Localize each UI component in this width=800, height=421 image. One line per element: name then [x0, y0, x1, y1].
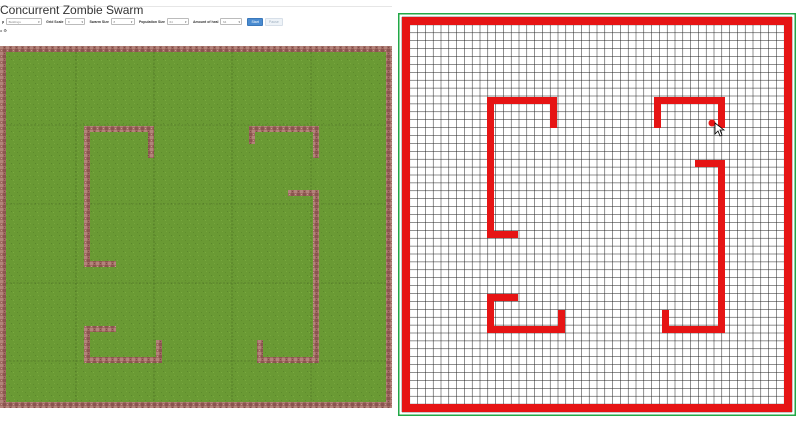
chevron-down-icon: ▾: [184, 19, 187, 24]
simulation-panel: Concurrent Zombie Swarm p Buildings ▾ Gr…: [0, 0, 392, 421]
heal-amount-label: Amount of heal: [193, 19, 219, 24]
chevron-down-icon: ▾: [38, 19, 40, 24]
map-label: p: [2, 19, 5, 24]
population-size-value: 64: [169, 19, 173, 24]
grass-field: [6, 52, 386, 402]
chevron-down-icon: ▾: [81, 19, 83, 24]
grid-scale-value: 8: [67, 19, 70, 24]
toolbar-secondary-row[interactable]: o ⚙: [0, 28, 7, 33]
page-title: Concurrent Zombie Swarm: [0, 3, 144, 17]
start-button[interactable]: Start: [247, 17, 263, 26]
chevron-down-icon: ▾: [238, 19, 240, 24]
swarm-size-select[interactable]: 8 ▾: [110, 18, 135, 25]
swarm-size-label: Swarm Size: [89, 19, 109, 24]
map-select[interactable]: Buildings ▾: [6, 18, 43, 25]
chevron-down-icon: ▾: [130, 19, 133, 24]
heal-amount-value: 64: [222, 19, 227, 24]
heal-amount-select[interactable]: 64 ▾: [220, 18, 243, 25]
grid-editor-canvas[interactable]: [398, 13, 796, 416]
grid-scale-select[interactable]: 8 ▾: [65, 18, 86, 25]
simulation-toolbar: p Buildings ▾ Grid Scale 8 ▾ Swarm Size …: [0, 17, 283, 26]
population-size-label: Population Size: [138, 19, 165, 24]
grid-scale-label: Grid Scale: [46, 19, 64, 24]
swarm-size-value: 8: [113, 19, 116, 24]
game-map-canvas[interactable]: [0, 46, 392, 408]
population-size-select[interactable]: 64 ▾: [167, 18, 189, 25]
map-select-value: Buildings: [8, 19, 21, 24]
pause-button[interactable]: Pause: [264, 17, 283, 26]
